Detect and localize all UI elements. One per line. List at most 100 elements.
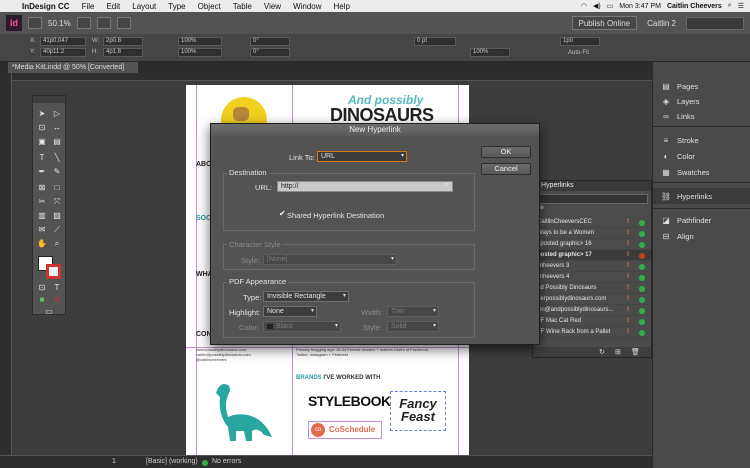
list-item[interactable]: FF Wine Rack from a Pallet! [533, 327, 651, 338]
appearance-type-select[interactable]: Invisible Rectangle ▾ [263, 291, 349, 302]
page-tool-icon[interactable]: ⊡ [36, 122, 48, 133]
scissors-tool-icon[interactable]: ✂ [36, 196, 48, 207]
dock-item-hyperlinks[interactable]: ⛓ Hyperlinks [653, 188, 750, 204]
free-transform-tool-icon[interactable]: ⤧ [51, 196, 63, 207]
screen-mode-icon[interactable] [96, 17, 111, 29]
rectangle-tool-icon[interactable]: □ [51, 182, 63, 193]
arrange-documents-icon[interactable] [116, 17, 131, 29]
adobe-stock-search-input[interactable] [686, 16, 744, 30]
gap-tool-icon[interactable]: ↔ [51, 122, 63, 133]
menu-type[interactable]: Type [162, 2, 191, 11]
character-style-select[interactable]: [None] ▾ [263, 254, 397, 265]
list-item[interactable]: nerpossiblydinosaurs.com! [533, 294, 651, 305]
direct-selection-tool-icon[interactable]: ▷ [51, 108, 63, 119]
x-position-field[interactable]: 41p0.047 [40, 37, 86, 46]
url-input[interactable]: http:// [277, 181, 453, 192]
formatting-affects-text-icon[interactable]: T [51, 282, 63, 293]
dock-item-pages[interactable]: ▤ Pages [653, 78, 750, 94]
list-item[interactable]: pposted graphic> 16! [533, 239, 651, 250]
content-collector-icon[interactable]: ▣ [36, 136, 48, 147]
dinosaur-illustration[interactable] [206, 375, 276, 445]
rotation-field[interactable]: 0° [250, 37, 290, 46]
menubar-time[interactable]: Mon 3:47 PM [619, 3, 661, 10]
delete-icon[interactable]: 🗑 [631, 348, 640, 356]
menu-file[interactable]: File [76, 2, 101, 11]
gradient-feather-tool-icon[interactable]: ▨ [51, 210, 63, 221]
list-item[interactable]: linheevers 3! [533, 261, 651, 272]
highlight-select[interactable]: None ▾ [263, 306, 317, 317]
list-item[interactable]: tlin@andpossiblydinosaurs...! [533, 305, 651, 316]
pen-tool-icon[interactable]: ✒ [36, 166, 48, 177]
content-placer-icon[interactable]: ▤ [51, 136, 63, 147]
dock-item-stroke[interactable]: ≡ Stroke [653, 132, 750, 148]
stroke-weight-field[interactable]: 0 pt [414, 37, 456, 46]
width-field[interactable]: 2p0.8 [103, 37, 143, 46]
type-tool-icon[interactable]: T [36, 152, 48, 163]
width-select[interactable]: Thin ▾ [387, 306, 439, 317]
hyperlinks-url-field[interactable] [536, 194, 648, 204]
dock-item-layers[interactable]: ◈ Layers [653, 93, 750, 109]
update-icon[interactable]: ↻ [599, 348, 605, 356]
list-item[interactable]: Ways to be a Women! [533, 228, 651, 239]
bridge-icon[interactable] [28, 17, 42, 29]
auto-fit-checkbox[interactable]: Auto-Fit [568, 50, 589, 56]
preflight-status-text[interactable]: No errors [212, 458, 241, 465]
selection-tool-icon[interactable]: ➤ [36, 108, 48, 119]
dock-item-pathfinder[interactable]: ◪ Pathfinder [653, 212, 750, 228]
list-item[interactable]: nd Possibly Dinosaurs! [533, 283, 651, 294]
workspace-switcher[interactable]: Caitlin 2 [643, 19, 680, 28]
scale-x-field[interactable]: 100% [178, 37, 222, 46]
apply-color-icon[interactable]: ■ [36, 294, 48, 305]
list-item[interactable]: posted graphic> 17! [533, 250, 651, 261]
url-dropdown-icon[interactable]: ▾ [445, 181, 537, 188]
list-item[interactable]: FF Mac Cat Red! [533, 316, 651, 327]
hyperlinks-panel-title[interactable]: Hyperlinks [533, 181, 651, 191]
gradient-swatch-tool-icon[interactable]: ▥ [36, 210, 48, 221]
fitting-offset-field[interactable]: 1p0 [560, 37, 600, 46]
shear-field[interactable]: 0° [250, 48, 290, 57]
volume-icon[interactable]: ◀) [593, 2, 601, 10]
wifi-icon[interactable]: ◠ [581, 2, 587, 10]
link-to-select[interactable]: URL ▾ [317, 151, 407, 162]
menubar-user[interactable]: Caitlin Cheevers [667, 3, 722, 10]
border-style-select[interactable]: Solid ▾ [387, 321, 439, 332]
opacity-field[interactable]: 100% [470, 48, 510, 57]
color-select[interactable]: Black ▾ [263, 321, 341, 332]
eyedropper-tool-icon[interactable]: ⟋ [51, 224, 63, 235]
menu-window[interactable]: Window [287, 2, 327, 11]
battery-icon[interactable]: ▭ [607, 2, 614, 10]
rectangle-frame-tool-icon[interactable]: ⊠ [36, 182, 48, 193]
document-tab[interactable]: *Media KitLindd @ 50% [Converted] [8, 62, 138, 73]
page-number-field[interactable]: 1 [112, 458, 116, 465]
scale-y-field[interactable]: 100% [178, 48, 222, 57]
menu-edit[interactable]: Edit [100, 2, 126, 11]
menu-app-name[interactable]: InDesign CC [16, 2, 76, 11]
ok-button[interactable]: OK [481, 146, 531, 158]
view-options-icon[interactable] [76, 17, 91, 29]
menu-help[interactable]: Help [328, 2, 356, 11]
fancy-feast-logo[interactable]: Fancy Feast [390, 391, 446, 431]
formatting-affects-container-icon[interactable]: ⊡ [36, 282, 48, 293]
height-field[interactable]: 4p1.8 [103, 48, 143, 57]
pencil-tool-icon[interactable]: ✎ [51, 166, 63, 177]
list-item[interactable]: linheevers 4! [533, 272, 651, 283]
cancel-button[interactable]: Cancel [481, 163, 531, 175]
zoom-level[interactable]: 50.1% [48, 19, 71, 28]
tools-panel-header[interactable] [33, 96, 65, 103]
menu-table[interactable]: Table [227, 2, 258, 11]
menu-layout[interactable]: Layout [126, 2, 162, 11]
zoom-tool-icon[interactable]: ⌕ [51, 238, 63, 249]
list-item[interactable]: CaitlinCheeversCEC! [533, 217, 651, 228]
line-tool-icon[interactable]: ╲ [51, 152, 63, 163]
vertical-ruler[interactable] [0, 73, 12, 455]
dock-item-links[interactable]: ∞ Links [653, 108, 750, 124]
horizontal-ruler[interactable] [12, 73, 652, 81]
menu-object[interactable]: Object [192, 2, 227, 11]
spotlight-icon[interactable]: ⌕ [728, 2, 732, 10]
notification-center-icon[interactable]: ☰ [738, 2, 744, 10]
dock-item-swatches[interactable]: ▦ Swatches [653, 164, 750, 180]
stylebook-logo[interactable]: STYLEBOOK [308, 393, 391, 409]
master-status[interactable]: [Basic] (working) [146, 458, 198, 465]
publish-online-button[interactable]: Publish Online [571, 16, 638, 30]
hand-tool-icon[interactable]: ✋ [36, 238, 48, 249]
